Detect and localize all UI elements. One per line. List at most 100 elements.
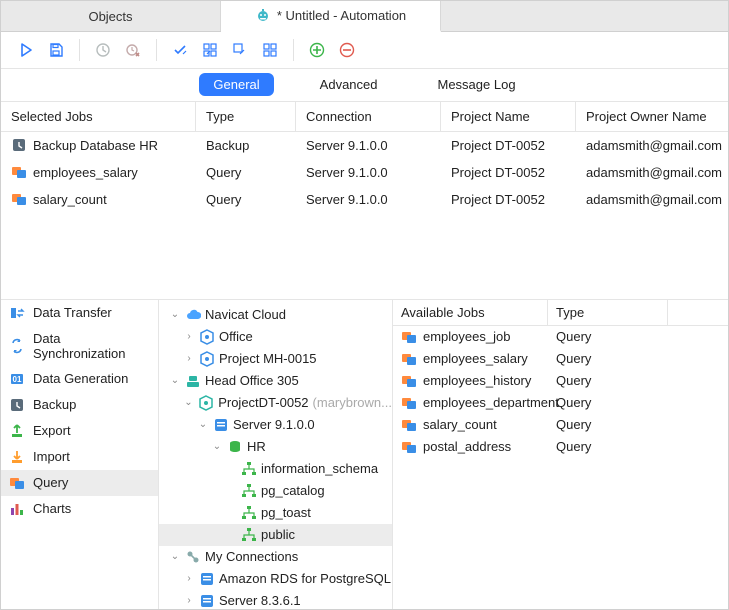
list-item[interactable]: postal_address Query — [393, 436, 728, 458]
remove-button[interactable] — [332, 35, 362, 65]
nav-export[interactable]: Export — [1, 418, 158, 444]
tree-label: public — [261, 527, 295, 542]
tree-node[interactable]: ›Project MH-0015 — [159, 348, 392, 370]
query-icon — [9, 475, 25, 491]
tree-node[interactable]: ⌄ My Connections — [159, 546, 392, 568]
add-button[interactable] — [302, 35, 332, 65]
nav-backup[interactable]: Backup — [1, 392, 158, 418]
tree-pane: ⌄Navicat Cloud›Office›Project MH-0015 ⌄ He… — [159, 300, 393, 609]
tree-label: pg_catalog — [261, 483, 325, 498]
job-type: Query — [548, 439, 668, 454]
tree-label: pg_toast — [261, 505, 311, 520]
nav-data-transfer[interactable]: Data Transfer — [1, 300, 158, 326]
tree-node[interactable]: ›Server 8.3.6.1 — [159, 590, 392, 609]
tree-node[interactable]: ⌄HR — [159, 436, 392, 458]
tree-label: My Connections — [205, 549, 298, 564]
caret-icon[interactable]: › — [183, 595, 195, 606]
table-row[interactable]: salary_countQueryServer 9.1.0.0Project D… — [1, 186, 728, 213]
col-available-jobs[interactable]: Available Jobs — [393, 300, 548, 325]
col-selected-jobs[interactable]: Selected Jobs — [1, 102, 196, 131]
cell-type: Query — [196, 192, 296, 207]
tree-node[interactable]: ⌄ProjectDT-0052 (marybrown... — [159, 392, 392, 414]
selected-jobs-header: Selected Jobs Type Connection Project Na… — [1, 102, 728, 132]
nav-import[interactable]: Import — [1, 444, 158, 470]
col-owner[interactable]: Project Owner Name — [576, 102, 728, 131]
delete-schedule-button[interactable] — [118, 35, 148, 65]
tree-node[interactable]: information_schema — [159, 458, 392, 480]
tab-1[interactable]: * Untitled - Automation — [221, 1, 441, 32]
list-item[interactable]: employees_historyQuery — [393, 370, 728, 392]
job-name: postal_address — [423, 439, 511, 454]
caret-icon[interactable]: ⌄ — [197, 419, 209, 430]
tree-label: Amazon RDS for PostgreSQL — [219, 571, 391, 586]
layout-toggle-2[interactable] — [195, 35, 225, 65]
nav-label: Export — [33, 423, 71, 438]
list-item[interactable]: employees_salaryQuery — [393, 348, 728, 370]
nav-label: Backup — [33, 397, 76, 412]
subtab-advanced[interactable]: Advanced — [306, 73, 392, 96]
job-type: Query — [548, 329, 668, 344]
caret-icon[interactable]: › — [183, 353, 195, 364]
tree-node[interactable]: › Amazon RDS for PostgreSQL — [159, 568, 392, 590]
tab-0[interactable]: Objects — [1, 1, 221, 31]
tree-node[interactable]: pg_toast — [159, 502, 392, 524]
caret-icon[interactable]: ⌄ — [211, 441, 223, 452]
cell-type: Backup — [196, 138, 296, 153]
import-icon — [9, 449, 25, 465]
list-item[interactable]: employees_job Query — [393, 326, 728, 348]
layout-toggle-4[interactable] — [255, 35, 285, 65]
subtab-message-log[interactable]: Message Log — [424, 73, 530, 96]
layout-toggle-1[interactable] — [165, 35, 195, 65]
server-icon — [199, 593, 215, 609]
nav-data-synchronization[interactable]: Data Synchronization — [1, 326, 158, 366]
run-button[interactable] — [11, 35, 41, 65]
caret-icon[interactable]: ⌄ — [169, 375, 181, 386]
caret-icon[interactable]: › — [183, 573, 195, 584]
query-icon — [401, 373, 417, 389]
caret-icon[interactable]: ⌄ — [183, 397, 195, 408]
col-connection[interactable]: Connection — [296, 102, 441, 131]
tree-node[interactable]: pg_catalog — [159, 480, 392, 502]
job-name: employees_job — [423, 329, 510, 344]
caret-icon[interactable]: ⌄ — [169, 551, 181, 562]
nav-charts[interactable]: Charts — [1, 496, 158, 522]
cell-connection: Server 9.1.0.0 — [296, 138, 441, 153]
nav-query[interactable]: Query — [1, 470, 158, 496]
tree-node[interactable]: ⌄Server 9.1.0.0 — [159, 414, 392, 436]
tree-node[interactable]: ›Office — [159, 326, 392, 348]
col-project[interactable]: Project Name — [441, 102, 576, 131]
server-icon — [199, 571, 215, 587]
col-available-type[interactable]: Type — [548, 300, 668, 325]
layout-toggle-3[interactable] — [225, 35, 255, 65]
nav-data-generation[interactable]: Data Generation — [1, 366, 158, 392]
cell-owner: adamsmith@gmail.com — [576, 192, 729, 207]
backup-icon — [9, 397, 25, 413]
job-type: Query — [548, 351, 668, 366]
table-row[interactable]: Backup Database HRBackupServer 9.1.0.0Pr… — [1, 132, 728, 159]
backup-icon — [11, 137, 27, 153]
caret-icon[interactable]: › — [183, 331, 195, 342]
nav-label: Query — [33, 475, 68, 490]
tree-node[interactable]: ⌄ Head Office 305 — [159, 370, 392, 392]
schedule-button[interactable] — [88, 35, 118, 65]
tree-node[interactable]: ⌄Navicat Cloud — [159, 304, 392, 326]
project-teal-icon — [198, 395, 214, 411]
table-row[interactable]: employees_salaryQueryServer 9.1.0.0Proje… — [1, 159, 728, 186]
tree-label-dim: (marybrown... — [313, 395, 392, 410]
col-type[interactable]: Type — [196, 102, 296, 131]
subtab-general[interactable]: General — [199, 73, 273, 96]
charts-icon — [9, 501, 25, 517]
nav-label: Charts — [33, 501, 71, 516]
grid-blank-area — [1, 213, 728, 299]
cloud-icon — [185, 307, 201, 323]
caret-icon[interactable]: ⌄ — [169, 309, 181, 320]
list-item[interactable]: employees_departmentQuery — [393, 392, 728, 414]
list-item[interactable]: salary_countQuery — [393, 414, 728, 436]
data-gen-icon — [9, 371, 25, 387]
save-button[interactable] — [41, 35, 71, 65]
query-icon — [11, 164, 27, 180]
job-name: employees_history — [423, 373, 531, 388]
tree-node[interactable]: public — [159, 524, 392, 546]
tree-label: Head Office 305 — [205, 373, 299, 388]
tab-label: * Untitled - Automation — [277, 8, 406, 23]
